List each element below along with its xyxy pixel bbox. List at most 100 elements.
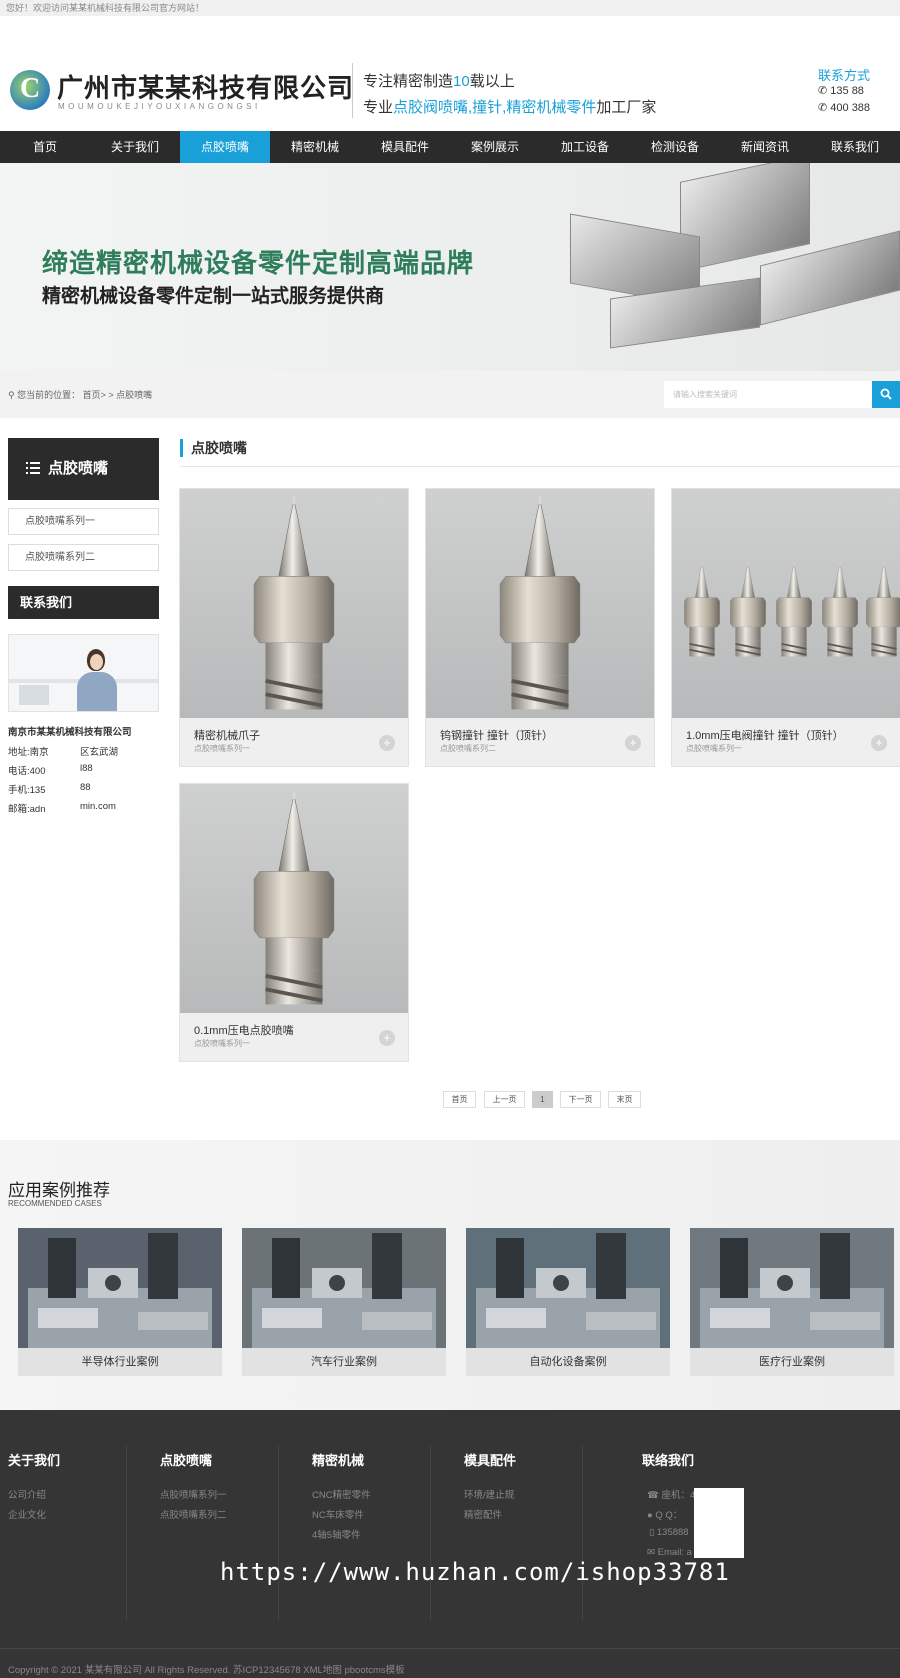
nav-precision[interactable]: 精密机械 [270,131,360,163]
hero-banner: 缔造精密机械设备零件定制高端品牌 精密机械设备零件定制一站式服务提供商 [0,163,900,371]
product-title[interactable]: 0.1mm压电点胶喷嘴 [194,1022,294,1038]
footer-qq-value: Q Q： [655,1510,683,1521]
footer-divider [0,1648,900,1649]
footer-link[interactable]: 点胶喷嘴系列二 [160,1507,227,1521]
sidebar-item-series-1[interactable]: 点胶喷嘴系列一 [8,508,159,535]
pager-next[interactable]: 下一页 [560,1091,601,1108]
nav-contact[interactable]: 联系我们 [810,131,900,163]
slogan-1-post: 载以上 [469,73,515,90]
product-image[interactable] [672,489,900,718]
slogan-2-pre: 专业 [363,99,394,116]
banner-title: 缔造精密机械设备零件定制高端品牌 [42,248,475,278]
location-bar: ⚲ 您当前的位置： 首页> > 点胶喷嘴 请输入搜索关键词 [0,371,900,418]
case-card[interactable]: 汽车行业案例 [242,1228,446,1376]
pager-prev[interactable]: 上一页 [484,1091,525,1108]
sidebar-title: 点胶喷嘴 [8,438,159,500]
address-label: 地址:南京 [8,747,49,758]
nav-about[interactable]: 关于我们 [90,131,180,163]
cases-title: 应用案例推荐 [8,1181,110,1200]
case-image[interactable] [242,1228,446,1348]
nav-news[interactable]: 新闻资讯 [720,131,810,163]
footer-link[interactable]: 精密配件 [464,1507,502,1521]
case-label[interactable]: 汽车行业案例 [242,1348,446,1376]
product-card[interactable]: 精密机械爪子 点胶喷嘴系列一 + [179,488,409,767]
pager-current[interactable]: 1 [532,1091,553,1108]
pager-first[interactable]: 首页 [443,1091,476,1108]
plus-icon[interactable]: + [871,735,887,751]
footer-separator [126,1446,127,1621]
header-contact-title: 联系方式 [818,68,871,83]
cases-subtitle: RECOMMENDED CASES [8,1199,102,1208]
case-card[interactable]: 医疗行业案例 [690,1228,894,1376]
company-name: 广州市某某科技有限公司 [57,74,355,103]
product-title[interactable]: 精密机械爪子 [194,727,260,743]
sidebar-item-series-2[interactable]: 点胶喷嘴系列二 [8,544,159,571]
case-image[interactable] [690,1228,894,1348]
nav-processing[interactable]: 加工设备 [540,131,630,163]
case-label[interactable]: 半导体行业案例 [18,1348,222,1376]
case-card[interactable]: 半导体行业案例 [18,1228,222,1376]
product-title[interactable]: 1.0mm压电阀撞针 撞针（顶针） [686,727,844,743]
company-logo-icon[interactable] [10,70,50,110]
product-category: 点胶喷嘴系列二 [440,744,496,753]
breadcrumb-text[interactable]: 您当前的位置： 首页> > 点胶喷嘴 [17,390,152,400]
product-title[interactable]: 钨钢撞针 撞针（顶针） [440,727,553,743]
product-image[interactable] [180,784,408,1013]
pager-last[interactable]: 末页 [608,1091,641,1108]
footer-contact-qq: ● Q Q： [647,1507,682,1521]
slogan-1-pre: 专注精密制造 [363,73,454,90]
product-image[interactable] [180,489,408,718]
mobile-icon: ▯ [649,1527,655,1538]
plus-icon[interactable]: + [379,1030,395,1046]
case-label[interactable]: 自动化设备案例 [466,1348,670,1376]
footer-col-nozzle-title[interactable]: 点胶喷嘴 [160,1450,212,1469]
plus-icon[interactable]: + [379,735,395,751]
qr-code-placeholder [694,1488,744,1558]
footer-col-mold-title[interactable]: 模具配件 [464,1450,516,1469]
search-button[interactable] [872,381,900,408]
nav-cases[interactable]: 案例展示 [450,131,540,163]
footer-link[interactable]: 4轴5轴零件 [312,1527,361,1541]
banner-subtitle: 精密机械设备零件定制一站式服务提供商 [42,286,385,307]
slogan-line-1: 专注精密制造10载以上 [363,70,515,91]
sidebar-title-text: 点胶喷嘴 [48,460,109,477]
case-image[interactable] [466,1228,670,1348]
footer-mobile-value: 135888 [656,1527,689,1538]
footer-col-about-title[interactable]: 关于我们 [8,1450,60,1469]
footer-link[interactable]: NC车床零件 [312,1507,364,1521]
footer-col-precision-title[interactable]: 精密机械 [312,1450,364,1469]
nozzle-illustration [253,791,335,1005]
mobile-label: 手机:135 [8,785,46,796]
product-card[interactable]: 钨钢撞针 撞针（顶针） 点胶喷嘴系列二 + [425,488,655,767]
case-card[interactable]: 自动化设备案例 [466,1228,670,1376]
search-icon [880,388,892,400]
product-category: 点胶喷嘴系列一 [194,744,250,753]
product-image[interactable] [426,489,654,718]
nav-nozzle[interactable]: 点胶喷嘴 [180,131,270,163]
plus-icon[interactable]: + [625,735,641,751]
footer-link[interactable]: 公司介绍 [8,1487,46,1501]
nav-home[interactable]: 首页 [0,131,90,163]
product-category: 点胶喷嘴系列一 [194,1039,250,1048]
case-image[interactable] [18,1228,222,1348]
location-pin-icon: ⚲ [8,390,15,400]
product-card[interactable]: 1.0mm压电阀撞针 撞针（顶针） 点胶喷嘴系列一 + [671,488,900,767]
nav-inspection[interactable]: 检测设备 [630,131,720,163]
search-input[interactable]: 请输入搜索关键词 [664,381,872,408]
footer-separator [430,1446,431,1621]
nozzle-illustration [253,496,335,710]
footer-link[interactable]: 企业文化 [8,1507,46,1521]
nav-mold[interactable]: 模具配件 [360,131,450,163]
footer-link[interactable]: CNC精密零件 [312,1487,371,1501]
phone-icon: ☎ [647,1490,659,1501]
section-divider [180,466,900,467]
footer-link[interactable]: 环境/建止规 [464,1487,514,1501]
case-label[interactable]: 医疗行业案例 [690,1348,894,1376]
site-header: 广州市某某科技有限公司 MOUMOUKEJIYOUXIANGONGSI 专注精密… [0,16,900,131]
qq-icon: ● [647,1510,653,1521]
sidebar-company: 南京市某某机械科技有限公司 [8,727,132,738]
product-card[interactable]: 0.1mm压电点胶喷嘴 点胶喷嘴系列一 + [179,783,409,1062]
sidebar-mobile: 手机:135 88 [8,782,91,796]
header-phone-2-value: 400 388 [830,102,871,114]
footer-link[interactable]: 点胶喷嘴系列一 [160,1487,227,1501]
